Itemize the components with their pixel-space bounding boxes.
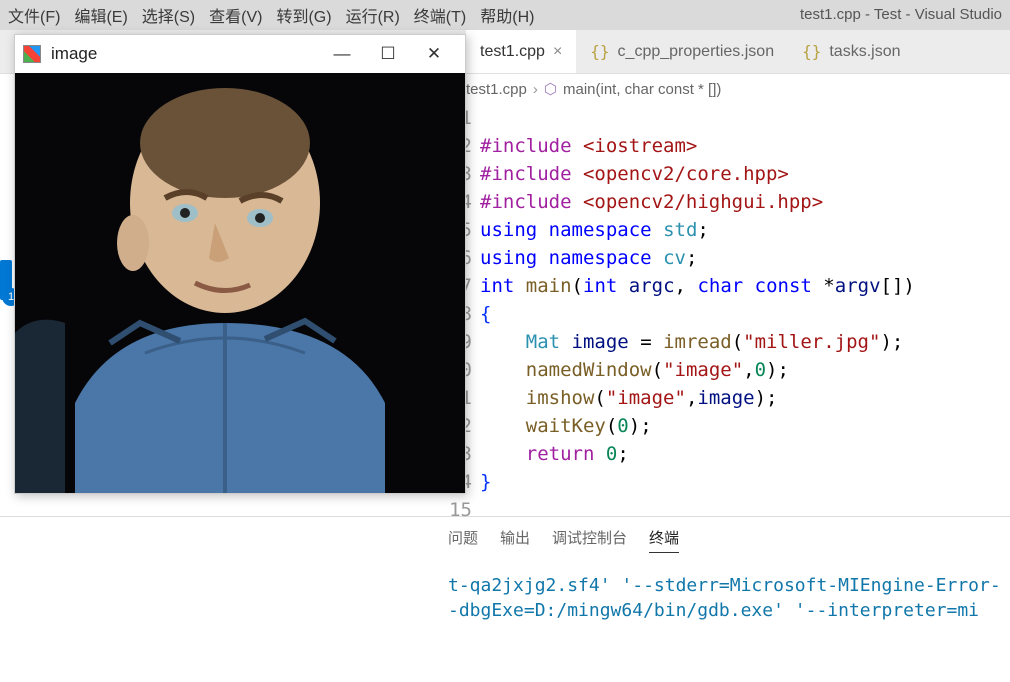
- tab-c-cpp-properties[interactable]: {} c_cpp_properties.json: [576, 30, 788, 73]
- image-window-title: image: [51, 44, 319, 64]
- panel-tab-debug[interactable]: 调试控制台: [552, 527, 627, 553]
- bottom-panel: 问题 输出 调试控制台 终端 t-qa2jxjg2.sf4' '--stderr…: [0, 516, 1010, 623]
- panel-tab-output[interactable]: 输出: [500, 527, 530, 553]
- menu-help[interactable]: 帮助(H): [480, 3, 534, 27]
- breadcrumb-symbol[interactable]: main(int, char const * []): [563, 81, 721, 98]
- menu-edit[interactable]: 编辑(E): [74, 3, 127, 27]
- tab-label: test1.cpp: [480, 43, 545, 61]
- tab-label: tasks.json: [829, 43, 900, 61]
- image-window[interactable]: image — ☐ ✕: [14, 34, 466, 494]
- maximize-button[interactable]: ☐: [365, 35, 411, 73]
- menu-run[interactable]: 运行(R): [346, 3, 400, 27]
- menu-select[interactable]: 选择(S): [142, 3, 195, 27]
- panel-tabs: 问题 输出 调试控制台 终端: [444, 527, 1010, 553]
- close-icon[interactable]: ×: [553, 43, 562, 61]
- tab-tasks-json[interactable]: {} tasks.json: [788, 30, 914, 73]
- symbol-icon: ⬡: [544, 80, 557, 98]
- panel-tab-problems[interactable]: 问题: [448, 527, 478, 553]
- image-window-titlebar[interactable]: image — ☐ ✕: [15, 35, 465, 73]
- breadcrumb-file[interactable]: test1.cpp: [466, 81, 527, 98]
- chevron-right-icon: ›: [533, 81, 538, 98]
- menu-view[interactable]: 查看(V): [209, 3, 262, 27]
- app-icon: [23, 45, 41, 63]
- terminal-output[interactable]: t-qa2jxjg2.sf4' '--stderr=Microsoft-MIEn…: [444, 553, 1010, 623]
- tab-test1-cpp[interactable]: test1.cpp ×: [466, 30, 576, 73]
- panel-tab-terminal[interactable]: 终端: [649, 527, 679, 553]
- menu-file[interactable]: 文件(F): [8, 3, 60, 27]
- image-display: [15, 73, 465, 493]
- json-icon: {}: [590, 42, 609, 61]
- menu-terminal[interactable]: 终端(T): [414, 3, 466, 27]
- code-content[interactable]: #include <iostream> #include <opencv2/co…: [480, 104, 915, 516]
- minimize-button[interactable]: —: [319, 35, 365, 73]
- menu-go[interactable]: 转到(G): [276, 3, 331, 27]
- close-button[interactable]: ✕: [411, 35, 457, 73]
- tab-label: c_cpp_properties.json: [618, 43, 775, 61]
- app-title: test1.cpp - Test - Visual Studio: [800, 6, 1002, 23]
- json-icon: {}: [802, 42, 821, 61]
